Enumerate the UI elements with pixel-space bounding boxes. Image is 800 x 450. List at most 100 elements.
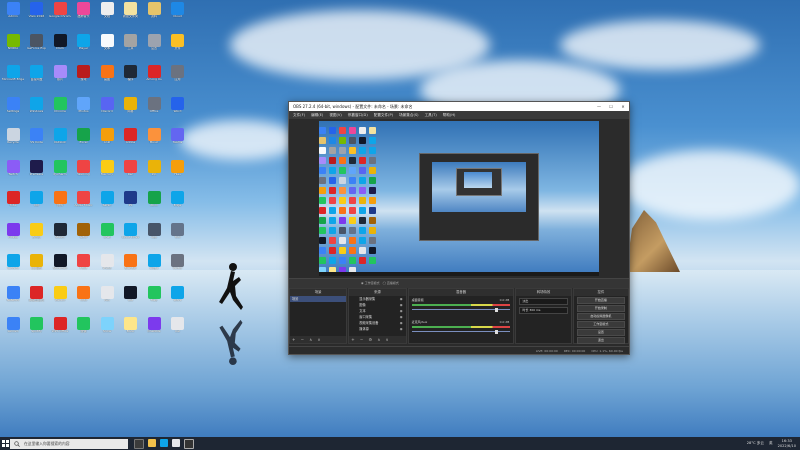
menu-help[interactable]: 帮助(H)	[443, 111, 456, 119]
desktop-icon[interactable]: Apple Music	[73, 191, 95, 221]
desktop-icon[interactable]: Edge	[167, 191, 189, 221]
transition-select[interactable]: 淡出	[519, 298, 568, 305]
menu-scene-collection[interactable]: 场景集合(S)	[399, 111, 418, 119]
scene-item[interactable]: 场景	[290, 296, 347, 302]
scenes-toolbar[interactable]: + − ∧ ∨	[290, 336, 347, 343]
obs-taskbar-icon[interactable]	[184, 438, 194, 449]
live-mode-toggle[interactable]: ◯ 直播模式	[383, 281, 399, 285]
desktop-icon[interactable]: Cloud	[167, 2, 189, 32]
desktop-icon[interactable]: 文件	[167, 33, 189, 64]
desktop-icon[interactable]: Chat	[96, 222, 118, 253]
desktop-icon[interactable]: 程序	[120, 65, 142, 95]
file-explorer-icon[interactable]	[148, 438, 156, 447]
desktop-icon[interactable]: OneNote	[143, 317, 165, 347]
desktop-icon[interactable]: Warning	[73, 159, 95, 190]
desktop-icon[interactable]: Windows	[26, 96, 48, 127]
studio-mode-button[interactable]: 工作室模式	[576, 321, 625, 328]
store-icon[interactable]	[172, 438, 180, 447]
desktop-icon[interactable]: Word	[167, 96, 189, 127]
desktop-icon[interactable]: Snow	[96, 317, 118, 347]
desktop-icon[interactable]: Network	[2, 285, 24, 316]
desktop-icon[interactable]: 照片	[49, 65, 71, 95]
desktop-icon[interactable]: Player	[73, 33, 95, 64]
desktop-icon[interactable]: 画图	[96, 65, 118, 95]
desktop-icon[interactable]: Discord	[96, 96, 118, 127]
weather-widget[interactable]: 28°C 多云	[747, 441, 764, 446]
desktop-icon[interactable]: VS Code	[26, 128, 48, 158]
start-recording-button[interactable]: 开始录制	[576, 305, 625, 312]
desktop-icon[interactable]: Map	[143, 285, 165, 316]
desktop-icon[interactable]: 百度网盘	[26, 65, 48, 95]
obs-preview[interactable]	[319, 121, 599, 276]
desktop-icon[interactable]: GIMP	[73, 222, 95, 253]
menu-view[interactable]: 视图(V)	[329, 111, 341, 119]
desktop-icon[interactable]: NVIDIA	[2, 33, 24, 64]
desktop-icon[interactable]: 微博	[49, 191, 71, 221]
desktop-icon[interactable]: 微信	[73, 317, 95, 347]
desktop-icon[interactable]: Twitch	[2, 159, 24, 190]
desktop-icon[interactable]: Foxit	[73, 254, 95, 284]
desktop-icon[interactable]: Xbox	[143, 191, 165, 221]
menu-edit[interactable]: 编辑(E)	[311, 111, 323, 119]
desktop-icon[interactable]: Mercury	[96, 159, 118, 190]
desktop-icon[interactable]: Among Us	[143, 65, 165, 95]
desktop-icon[interactable]: Premiere	[26, 159, 48, 190]
desktop-icon[interactable]: Zip	[143, 159, 165, 190]
edge-icon[interactable]	[160, 438, 168, 447]
source-item[interactable]: 媒体源 ◉	[349, 326, 405, 332]
settings-button[interactable]: 设置	[576, 329, 625, 336]
start-streaming-button[interactable]: 开始直播	[576, 297, 625, 304]
desktop-icon[interactable]: Tencent	[2, 254, 24, 284]
desktop-icon[interactable]: Photos	[73, 96, 95, 127]
desktop-icon[interactable]: Skype	[143, 254, 165, 284]
desktop-icon[interactable]: Files	[167, 159, 189, 190]
desktop-icon[interactable]: 工具	[120, 33, 142, 64]
ime-indicator[interactable]: 英	[769, 441, 773, 446]
studio-mode-toggle[interactable]: ◉ 工作室模式	[361, 281, 380, 285]
desktop-icon[interactable]: Teams	[167, 128, 189, 158]
desktop-icon[interactable]: Safari	[96, 191, 118, 221]
menu-profile[interactable]: 配置文件(P)	[374, 111, 393, 119]
desktop-icon[interactable]: Blender	[120, 254, 142, 284]
obs-window[interactable]: OBS 27.2.4 (64-bit, windows) - 配置文件: 未命名…	[288, 101, 630, 355]
desktop-icon[interactable]: Recycle	[2, 128, 24, 158]
start-button[interactable]	[0, 437, 10, 450]
volume-slider[interactable]	[411, 307, 511, 312]
desktop-icon[interactable]: Pycharm	[49, 159, 71, 190]
desktop-icon[interactable]: Settings	[2, 96, 24, 127]
desktop-icon[interactable]: Cal	[167, 317, 189, 347]
desktop-icon[interactable]: Todo	[73, 285, 95, 316]
desktop-icon[interactable]: 网易云音乐	[26, 285, 48, 316]
taskbar-search-box[interactable]: 在这里输入你要搜索的内容	[10, 438, 128, 449]
virtual-camera-button[interactable]: 启动虚拟摄像机	[576, 313, 625, 320]
desktop-icon[interactable]: Rec	[120, 159, 142, 190]
desktop-icon[interactable]: Photo	[96, 254, 118, 284]
menu-file[interactable]: 文件(F)	[293, 111, 305, 119]
desktop-icon[interactable]: Microsoft Edge	[2, 65, 24, 95]
desktop-icon[interactable]: QQ	[26, 191, 48, 221]
desktop-icon[interactable]: Clock	[49, 33, 71, 64]
desktop-icon[interactable]: GeForce Exp	[26, 33, 48, 64]
obs-titlebar[interactable]: OBS 27.2.4 (64-bit, windows) - 配置文件: 未命名…	[289, 102, 629, 111]
desktop-icon[interactable]: 酷狗音乐	[73, 2, 95, 32]
desktop-icon[interactable]: Emoji	[26, 222, 48, 253]
maximize-button[interactable]: ☐	[605, 102, 617, 111]
desktop-icon[interactable]: Vector	[167, 254, 189, 284]
desktop-icon[interactable]: Chrome	[49, 96, 71, 127]
desktop-icon[interactable]: Adobe	[120, 128, 142, 158]
desktop-icon[interactable]: 设置	[143, 33, 165, 64]
menu-tools[interactable]: 工具(T)	[425, 111, 437, 119]
sources-toolbar[interactable]: + − ⚙ ∧ ∨	[349, 336, 406, 343]
desktop-icon[interactable]: Steam	[49, 222, 71, 253]
desktop-icon[interactable]: Google Chrome	[49, 2, 71, 32]
volume-slider[interactable]	[411, 329, 511, 334]
desktop-icon[interactable]: Tool	[167, 222, 189, 253]
desktop-icon[interactable]: 文本	[96, 33, 118, 64]
menu-docks[interactable]: 停靠窗口(D)	[348, 111, 368, 119]
duration-input[interactable]: 时长 300 ms	[519, 307, 568, 314]
exit-button[interactable]: 退出	[576, 337, 625, 344]
desktop-icon[interactable]: 文档	[96, 2, 118, 32]
desktop-icon[interactable]: 新建文件夹	[120, 2, 142, 32]
desktop-icon[interactable]: App	[143, 222, 165, 253]
desktop-icon[interactable]: 网易	[120, 96, 142, 127]
